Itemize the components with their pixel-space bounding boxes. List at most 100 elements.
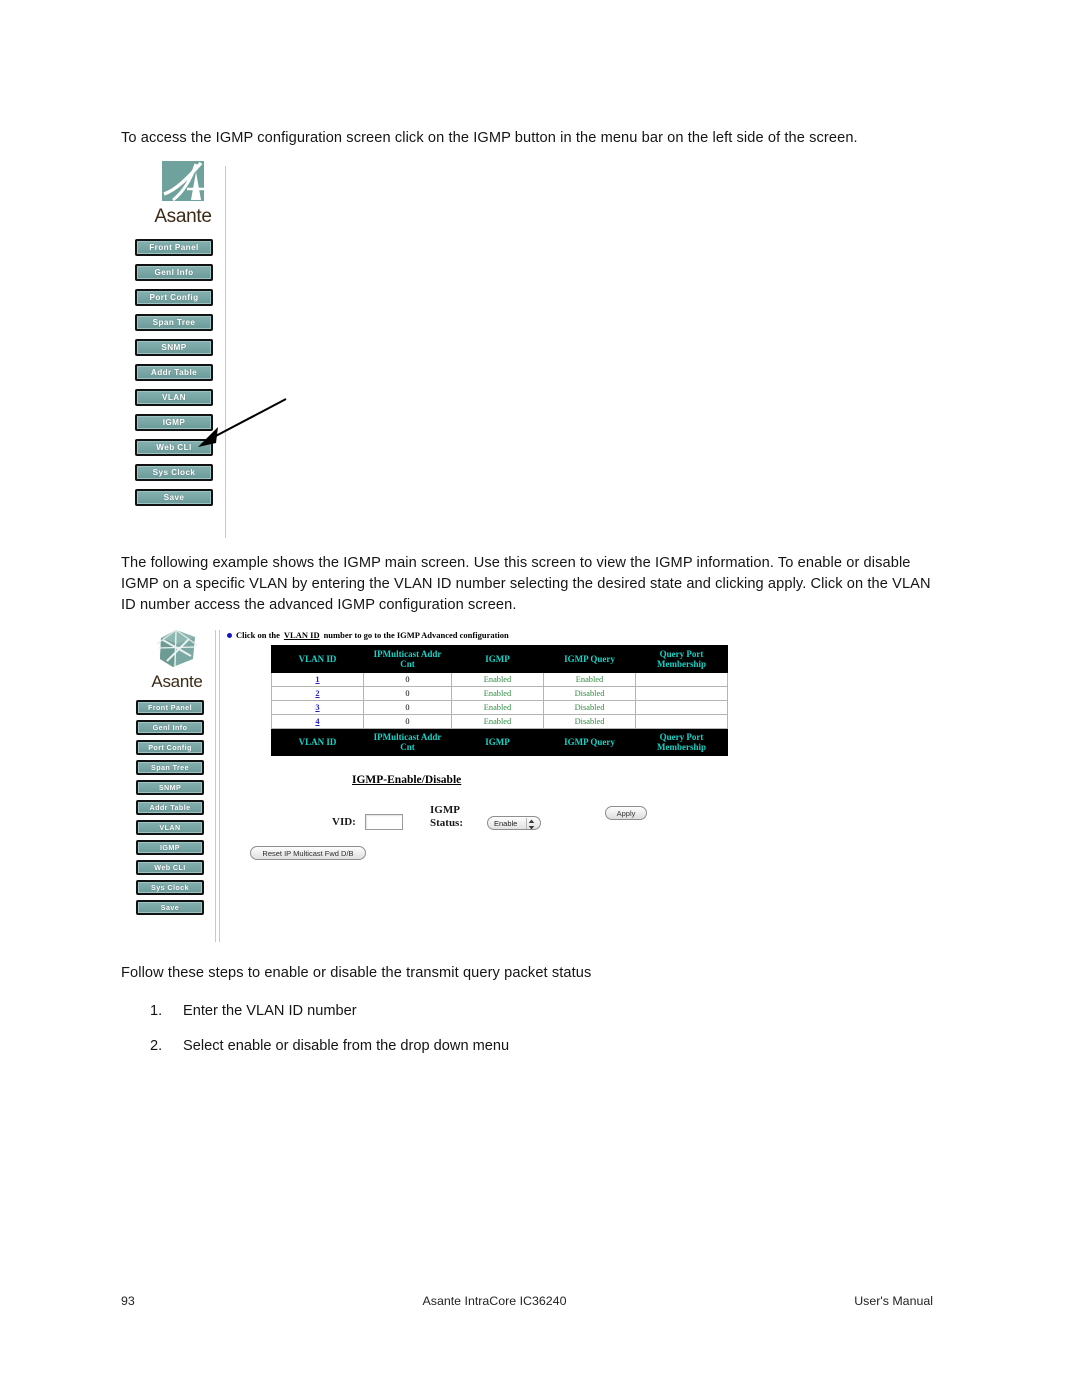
page-footer: 93 Asante IntraCore IC36240 User's Manua… bbox=[121, 1294, 933, 1308]
menu-button-addr-table[interactable]: Addr Table bbox=[135, 364, 213, 381]
cell-addr-cnt: 0 bbox=[363, 686, 452, 701]
menu-button-front-panel-2[interactable]: Front Panel bbox=[136, 700, 204, 715]
table-header-row-top: VLAN ID IPMulticast Addr Cnt IGMP IGMP Qu… bbox=[271, 645, 728, 673]
hint-vlan-id-link[interactable]: VLAN ID bbox=[284, 630, 320, 640]
menu-button-snmp-2[interactable]: SNMP bbox=[136, 780, 204, 795]
hint-prefix: Click on the bbox=[236, 630, 280, 640]
vid-input[interactable] bbox=[365, 814, 403, 830]
figure-igmp-main-screenshot: Asante Front Panel Genl Info Port Config… bbox=[130, 628, 750, 946]
reset-ip-multicast-fwd-db-button[interactable]: Reset IP Multicast Fwd D/B bbox=[250, 846, 366, 860]
panel-divider bbox=[225, 166, 226, 538]
menu-button-web-cli[interactable]: Web CLI bbox=[135, 439, 213, 456]
igmp-enable-disable-title: IGMP-Enable/Disable bbox=[352, 774, 462, 786]
asante-logo-block: Asante bbox=[134, 160, 232, 228]
vlan-id-hint: Click on the VLAN ID number to go to the… bbox=[227, 630, 750, 640]
igmp-status-label: IGMP Status: bbox=[430, 804, 464, 829]
cell-query-port-membership bbox=[635, 686, 728, 701]
step-number: 1. bbox=[150, 1003, 163, 1019]
menu-button-igmp-2[interactable]: IGMP bbox=[136, 840, 204, 855]
menu-button-save[interactable]: Save bbox=[135, 489, 213, 506]
menu-button-vlan-2[interactable]: VLAN bbox=[136, 820, 204, 835]
cell-vlan-id[interactable]: 4 bbox=[271, 714, 364, 729]
asante-wordmark: Asante bbox=[154, 206, 212, 227]
footer-product-name: Asante IntraCore IC36240 bbox=[422, 1294, 567, 1308]
cell-igmp: Enabled bbox=[451, 686, 544, 701]
cell-vlan-id[interactable]: 3 bbox=[271, 700, 364, 715]
cell-addr-cnt: 0 bbox=[363, 714, 452, 729]
igmp-screenshot-content: Click on the VLAN ID number to go to the… bbox=[225, 628, 750, 860]
th-query-port-membership: Query Port Membership bbox=[635, 645, 728, 673]
menu-button-list: Front Panel Genl Info Port Config Span T… bbox=[135, 239, 213, 506]
panel-divider-inner bbox=[215, 630, 216, 942]
list-item: 2. Select enable or disable from the dro… bbox=[150, 1038, 850, 1054]
step-text: Enter the VLAN ID number bbox=[183, 1003, 357, 1019]
th-igmp-query: IGMP Query bbox=[543, 645, 636, 673]
th-addr-cnt: IPMulticast Addr Cnt bbox=[363, 645, 452, 673]
tf-igmp-query: IGMP Query bbox=[543, 728, 636, 756]
menu-button-sys-clock[interactable]: Sys Clock bbox=[135, 464, 213, 481]
cell-query-port-membership bbox=[635, 714, 728, 729]
example-paragraph: The following example shows the IGMP mai… bbox=[121, 555, 931, 613]
menu-button-genl-info[interactable]: Genl Info bbox=[135, 264, 213, 281]
document-page: To access the IGMP configuration screen … bbox=[0, 0, 1080, 1397]
cell-igmp: Enabled bbox=[451, 714, 544, 729]
menu-button-span-tree[interactable]: Span Tree bbox=[135, 314, 213, 331]
cell-vlan-id[interactable]: 1 bbox=[271, 672, 364, 687]
asante-cube-logo-icon bbox=[155, 628, 199, 670]
asante-logo-block-2: Asante bbox=[132, 628, 222, 692]
menu-button-addr-table-2[interactable]: Addr Table bbox=[136, 800, 204, 815]
cell-vlan-id[interactable]: 2 bbox=[271, 686, 364, 701]
table-row: 1 0 Enabled Enabled bbox=[271, 672, 728, 687]
cell-igmp-query: Enabled bbox=[543, 672, 636, 687]
step-text: Select enable or disable from the drop d… bbox=[183, 1038, 510, 1054]
tf-addr-cnt: IPMulticast Addr Cnt bbox=[363, 728, 452, 756]
table-header-row-bottom: VLAN ID IPMulticast Addr Cnt IGMP IGMP Qu… bbox=[271, 728, 728, 756]
asante-wing-logo-icon bbox=[160, 160, 206, 204]
menu-button-port-config-2[interactable]: Port Config bbox=[136, 740, 204, 755]
cell-igmp: Enabled bbox=[451, 700, 544, 715]
tf-vlan-id: VLAN ID bbox=[271, 728, 364, 756]
menu-button-web-cli-2[interactable]: Web CLI bbox=[136, 860, 204, 875]
cell-igmp-query: Disabled bbox=[543, 700, 636, 715]
list-item: 1. Enter the VLAN ID number bbox=[150, 1003, 850, 1019]
table-row: 3 0 Enabled Disabled bbox=[271, 700, 728, 715]
menu-button-igmp[interactable]: IGMP bbox=[135, 414, 213, 431]
apply-button[interactable]: Apply bbox=[605, 806, 647, 820]
step-number: 2. bbox=[150, 1038, 163, 1054]
th-igmp: IGMP bbox=[451, 645, 544, 673]
cell-igmp-query: Disabled bbox=[543, 686, 636, 701]
asante-wordmark-2: Asante bbox=[151, 672, 203, 691]
menu-button-port-config[interactable]: Port Config bbox=[135, 289, 213, 306]
th-vlan-id: VLAN ID bbox=[271, 645, 364, 673]
menu-button-span-tree-2[interactable]: Span Tree bbox=[136, 760, 204, 775]
menu-button-front-panel[interactable]: Front Panel bbox=[135, 239, 213, 256]
vid-label: VID: bbox=[332, 816, 356, 828]
igmp-screenshot-sidebar: Asante Front Panel Genl Info Port Config… bbox=[130, 628, 214, 920]
figure-menu-bar-screenshot: Asante Front Panel Genl Info Port Config… bbox=[128, 158, 248, 543]
menu-button-snmp[interactable]: SNMP bbox=[135, 339, 213, 356]
igmp-vlan-table: VLAN ID IPMulticast Addr Cnt IGMP IGMP Qu… bbox=[271, 645, 728, 756]
cell-igmp: Enabled bbox=[451, 672, 544, 687]
footer-page-number: 93 bbox=[121, 1294, 135, 1308]
hint-suffix: number to go to the IGMP Advanced config… bbox=[323, 630, 509, 640]
menu-button-list-2: Front Panel Genl Info Port Config Span T… bbox=[136, 700, 204, 915]
cell-addr-cnt: 0 bbox=[363, 672, 452, 687]
footer-manual-label: User's Manual bbox=[854, 1294, 933, 1308]
bullet-icon bbox=[227, 632, 232, 638]
follow-steps-paragraph: Follow these steps to enable or disable … bbox=[121, 965, 592, 981]
menu-button-genl-info-2[interactable]: Genl Info bbox=[136, 720, 204, 735]
cell-query-port-membership bbox=[635, 672, 728, 687]
igmp-status-selected-value: Enable bbox=[494, 818, 518, 828]
cell-addr-cnt: 0 bbox=[363, 700, 452, 715]
table-row: 2 0 Enabled Disabled bbox=[271, 686, 728, 701]
igmp-status-select[interactable]: Enable bbox=[487, 816, 541, 830]
tf-igmp: IGMP bbox=[451, 728, 544, 756]
intro-paragraph: To access the IGMP configuration screen … bbox=[121, 130, 858, 146]
menu-button-vlan[interactable]: VLAN bbox=[135, 389, 213, 406]
chevron-updown-icon bbox=[527, 818, 535, 830]
cell-igmp-query: Disabled bbox=[543, 714, 636, 729]
cell-query-port-membership bbox=[635, 700, 728, 715]
menu-button-sys-clock-2[interactable]: Sys Clock bbox=[136, 880, 204, 895]
igmp-enable-disable-form: VID: IGMP Status: Enable Apply bbox=[225, 804, 750, 838]
menu-button-save-2[interactable]: Save bbox=[136, 900, 204, 915]
